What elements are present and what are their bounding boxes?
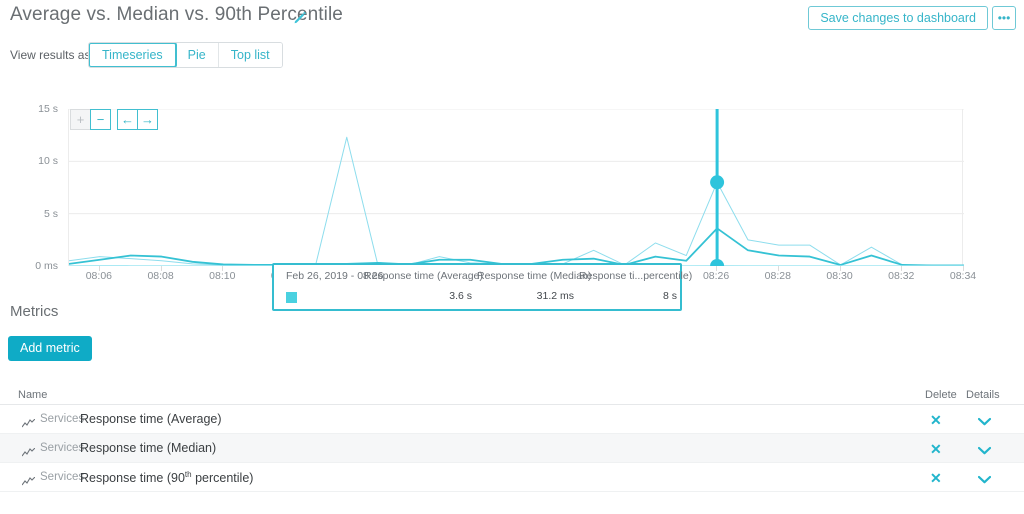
table-row[interactable]: ServicesResponse time (Average) ✕ xyxy=(0,405,1024,434)
chart-tooltip: Feb 26, 2019 - 08:26 Response time (Aver… xyxy=(272,263,682,311)
metric-name: Response time (90th percentile) xyxy=(80,470,253,485)
chart-svg xyxy=(69,109,964,266)
x-axis-tick-label: 08:32 xyxy=(888,270,914,282)
tooltip-value-average: 3.6 s xyxy=(394,290,472,302)
x-axis-tick xyxy=(963,266,964,271)
pan-right-button[interactable]: → xyxy=(137,109,158,130)
tab-timeseries[interactable]: Timeseries xyxy=(88,42,177,68)
x-axis-tick xyxy=(99,266,100,271)
view-results-label: View results as: xyxy=(10,48,94,62)
delete-metric-button[interactable]: ✕ xyxy=(930,441,942,458)
x-axis-tick-label: 08:30 xyxy=(826,270,852,282)
tab-pie[interactable]: Pie xyxy=(176,43,219,67)
table-row[interactable]: ServicesResponse time (Median) ✕ xyxy=(0,434,1024,463)
x-axis-tick-label: 08:34 xyxy=(950,270,976,282)
save-changes-button[interactable]: Save changes to dashboard xyxy=(808,6,988,30)
table-row[interactable]: ServicesResponse time (90th percentile) ✕ xyxy=(0,463,1024,492)
sparkline-icon xyxy=(22,415,35,424)
metrics-table: Name Delete Details ServicesResponse tim… xyxy=(0,385,1024,492)
pan-left-button[interactable]: ← xyxy=(117,109,138,130)
metrics-section-title: Metrics xyxy=(10,303,58,320)
delete-metric-button[interactable]: ✕ xyxy=(930,412,942,429)
x-axis-tick xyxy=(840,266,841,271)
chevron-down-icon[interactable] xyxy=(978,413,991,422)
zoom-in-button[interactable]: + xyxy=(70,109,91,130)
tooltip-color-swatch xyxy=(286,292,297,303)
pencil-icon[interactable] xyxy=(293,10,307,24)
tooltip-value-row: 3.6 s 31.2 ms 8 s xyxy=(274,290,680,308)
page-header: Average vs. Median vs. 90th Percentile S… xyxy=(0,0,1024,40)
delete-metric-button[interactable]: ✕ xyxy=(930,470,942,487)
tooltip-header-row: Feb 26, 2019 - 08:26 Response time (Aver… xyxy=(274,270,680,286)
sparkline-icon xyxy=(22,444,35,453)
tooltip-header-average: Response time (Average) xyxy=(364,270,484,282)
tab-top-list[interactable]: Top list xyxy=(219,43,282,67)
view-mode-segmented-control[interactable]: Timeseries Pie Top list xyxy=(88,42,283,68)
x-axis-tick-label: 08:06 xyxy=(86,270,112,282)
x-axis-tick-label: 08:08 xyxy=(147,270,173,282)
plot-area[interactable] xyxy=(68,109,963,266)
chevron-down-icon[interactable] xyxy=(978,442,991,451)
add-metric-button[interactable]: Add metric xyxy=(8,336,92,361)
x-axis-tick-label: 08:26 xyxy=(703,270,729,282)
tooltip-value-percentile: 8 s xyxy=(599,290,677,302)
y-axis-tick-label: 5 s xyxy=(44,208,58,220)
chevron-down-icon[interactable] xyxy=(978,471,991,480)
x-axis-tick xyxy=(161,266,162,271)
tooltip-header-percentile: Response ti...percentile) xyxy=(579,270,689,282)
x-axis-tick xyxy=(778,266,779,271)
column-header-delete: Delete xyxy=(925,389,957,401)
y-axis-labels: 0 ms5 s10 s15 s xyxy=(0,95,62,270)
metric-name: Response time (Median) xyxy=(80,441,216,455)
chart-zoom-controls[interactable]: + − ← → xyxy=(70,109,164,130)
zoom-out-button[interactable]: − xyxy=(90,109,111,130)
x-axis-tick-label: 08:10 xyxy=(209,270,235,282)
timeseries-chart[interactable]: 0 ms5 s10 s15 s 08:0608:0808:1008:1208:1… xyxy=(0,95,1024,290)
metric-source: Services xyxy=(40,471,84,483)
more-options-button[interactable]: ••• xyxy=(992,6,1016,30)
metric-name: Response time (Average) xyxy=(80,412,222,426)
metric-source: Services xyxy=(40,413,84,425)
x-axis-tick-label: 08:28 xyxy=(765,270,791,282)
column-header-details: Details xyxy=(966,389,1000,401)
y-axis-tick-label: 10 s xyxy=(38,155,58,167)
x-axis-tick xyxy=(222,266,223,271)
view-results-row: View results as: Timeseries Pie Top list xyxy=(0,42,1024,72)
metrics-table-header: Name Delete Details xyxy=(0,385,1024,405)
x-axis-tick xyxy=(901,266,902,271)
sparkline-icon xyxy=(22,473,35,482)
x-axis-tick xyxy=(716,266,717,271)
column-header-name: Name xyxy=(18,389,47,401)
tooltip-value-median: 31.2 ms xyxy=(496,290,574,302)
y-axis-tick-label: 15 s xyxy=(38,103,58,115)
metric-source: Services xyxy=(40,442,84,454)
